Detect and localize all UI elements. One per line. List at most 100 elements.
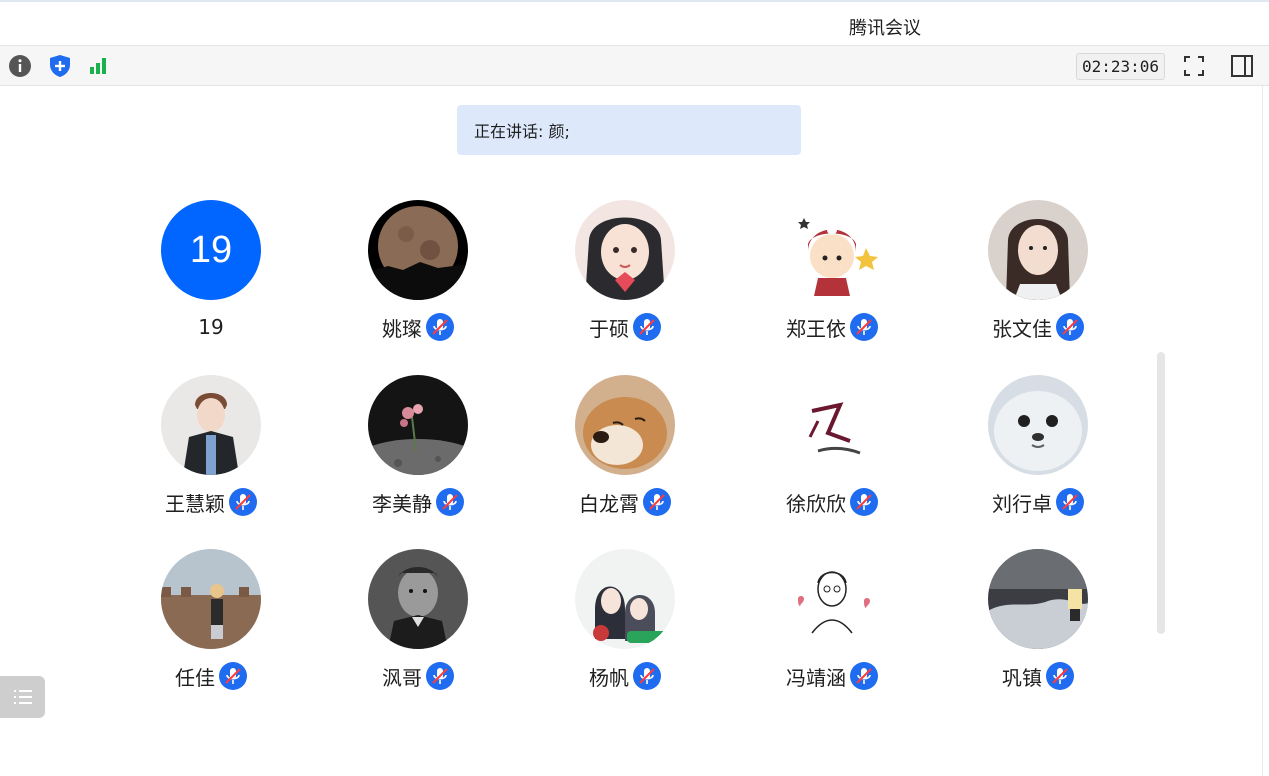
participant-tile[interactable]: 冯靖涵 xyxy=(752,549,912,690)
mic-muted-icon xyxy=(1056,313,1084,341)
participant-tile[interactable]: 李美静 xyxy=(338,375,498,516)
participant-name: 杨帆 xyxy=(589,665,629,690)
participant-name-row: 徐欣欣 xyxy=(752,487,912,517)
participant-tile[interactable]: 沨哥 xyxy=(338,549,498,690)
mic-muted-icon xyxy=(850,313,878,341)
participant-name: 李美静 xyxy=(372,491,432,516)
participant-name: 徐欣欣 xyxy=(786,491,846,516)
avatar xyxy=(575,200,675,300)
avatar xyxy=(368,375,468,475)
side-panel-icon[interactable] xyxy=(1229,53,1255,79)
participant-name-row: 于硕 xyxy=(545,312,705,342)
participant-name: 于硕 xyxy=(589,316,629,341)
participant-name-row: 李美静 xyxy=(338,487,498,517)
participant-tile[interactable]: 王慧颖 xyxy=(131,375,291,516)
avatar xyxy=(575,549,675,649)
participant-tile[interactable]: 于硕 xyxy=(545,200,705,341)
snow-lamp-avatar xyxy=(988,549,1088,649)
participant-name-row: 刘行卓 xyxy=(958,487,1118,517)
participant-tile[interactable]: 19 19 xyxy=(131,200,291,339)
boy-photo-avatar xyxy=(161,375,261,475)
active-speaker-banner: 正在讲话: 颜; xyxy=(457,105,801,155)
avatar xyxy=(575,375,675,475)
participant-name: 郑王依 xyxy=(786,316,846,341)
participant-tile[interactable]: 郑王依 xyxy=(752,200,912,341)
fullscreen-icon[interactable] xyxy=(1181,53,1207,79)
participant-name: 巩镇 xyxy=(1002,665,1042,690)
meeting-toolbar: 02:23:06 xyxy=(0,45,1269,86)
signal-icon[interactable] xyxy=(85,53,111,79)
app-title: 腾讯会议 xyxy=(849,18,921,39)
info-icon[interactable] xyxy=(7,53,33,79)
shield-icon[interactable] xyxy=(47,53,73,79)
avatar xyxy=(782,549,882,649)
participant-name-row: 冯靖涵 xyxy=(752,661,912,691)
girl-photo-avatar xyxy=(988,200,1088,300)
participant-name-row: 19 xyxy=(131,312,291,342)
participant-tile[interactable]: 巩镇 xyxy=(958,549,1118,690)
mic-muted-icon xyxy=(850,488,878,516)
avatar xyxy=(988,200,1088,300)
participant-name-row: 姚璨 xyxy=(338,312,498,342)
cartoon-girl-avatar xyxy=(782,200,882,300)
panel-divider xyxy=(1262,86,1263,776)
participant-name: 任佳 xyxy=(175,665,215,690)
avatar xyxy=(368,200,468,300)
participant-name: 白龙霄 xyxy=(579,491,639,516)
participant-name: 姚璨 xyxy=(382,316,422,341)
flower-moon-avatar xyxy=(368,375,468,475)
participant-name-row: 郑王依 xyxy=(752,312,912,342)
mic-muted-icon xyxy=(1056,488,1084,516)
great-wall-avatar xyxy=(161,549,261,649)
participant-name-row: 白龙霄 xyxy=(545,487,705,517)
participant-tile[interactable]: 张文佳 xyxy=(958,200,1118,341)
avatar xyxy=(782,200,882,300)
participant-list-button[interactable] xyxy=(0,676,45,718)
calligraphy-avatar xyxy=(782,375,882,475)
participant-name-row: 任佳 xyxy=(131,661,291,691)
participant-name: 刘行卓 xyxy=(992,491,1052,516)
mic-muted-icon xyxy=(633,662,661,690)
participant-tile[interactable]: 姚璨 xyxy=(338,200,498,341)
avatar-number: 19 xyxy=(189,228,233,271)
avatar xyxy=(988,549,1088,649)
mic-muted-icon xyxy=(1046,662,1074,690)
sketch-avatar xyxy=(782,549,882,649)
portrait-avatar xyxy=(368,549,468,649)
participant-name-row: 张文佳 xyxy=(958,312,1118,342)
participant-tile[interactable]: 徐欣欣 xyxy=(752,375,912,516)
mic-muted-icon xyxy=(633,313,661,341)
meeting-timer: 02:23:06 xyxy=(1076,53,1165,80)
avatar xyxy=(782,375,882,475)
seal-avatar xyxy=(988,375,1088,475)
participant-tile[interactable]: 任佳 xyxy=(131,549,291,690)
participant-name-row: 沨哥 xyxy=(338,661,498,691)
mic-muted-icon xyxy=(229,488,257,516)
participant-tile[interactable]: 刘行卓 xyxy=(958,375,1118,516)
mic-muted-icon xyxy=(426,313,454,341)
participant-name-row: 王慧颖 xyxy=(131,487,291,517)
shiba-avatar xyxy=(575,375,675,475)
participant-name: 张文佳 xyxy=(992,316,1052,341)
participant-tile[interactable]: 白龙霄 xyxy=(545,375,705,516)
mic-muted-icon xyxy=(850,662,878,690)
anime-girl-avatar xyxy=(575,200,675,300)
participant-name-row: 巩镇 xyxy=(958,661,1118,691)
avatar: 19 xyxy=(161,200,261,300)
title-bar: 腾讯会议 xyxy=(0,0,1269,45)
anime-couple-avatar xyxy=(575,549,675,649)
mic-muted-icon xyxy=(426,662,454,690)
participant-tile[interactable]: 杨帆 xyxy=(545,549,705,690)
list-icon xyxy=(13,690,32,704)
mic-muted-icon xyxy=(643,488,671,516)
mic-muted-icon xyxy=(219,662,247,690)
avatar xyxy=(988,375,1088,475)
avatar xyxy=(161,549,261,649)
participant-name: 沨哥 xyxy=(382,665,422,690)
participant-name: 王慧颖 xyxy=(165,491,225,516)
active-speaker-text: 正在讲话: 颜; xyxy=(474,122,570,141)
scrollbar[interactable] xyxy=(1157,352,1165,634)
participant-name: 冯靖涵 xyxy=(786,665,846,690)
participant-name: 19 xyxy=(198,315,224,339)
participant-name-row: 杨帆 xyxy=(545,661,705,691)
